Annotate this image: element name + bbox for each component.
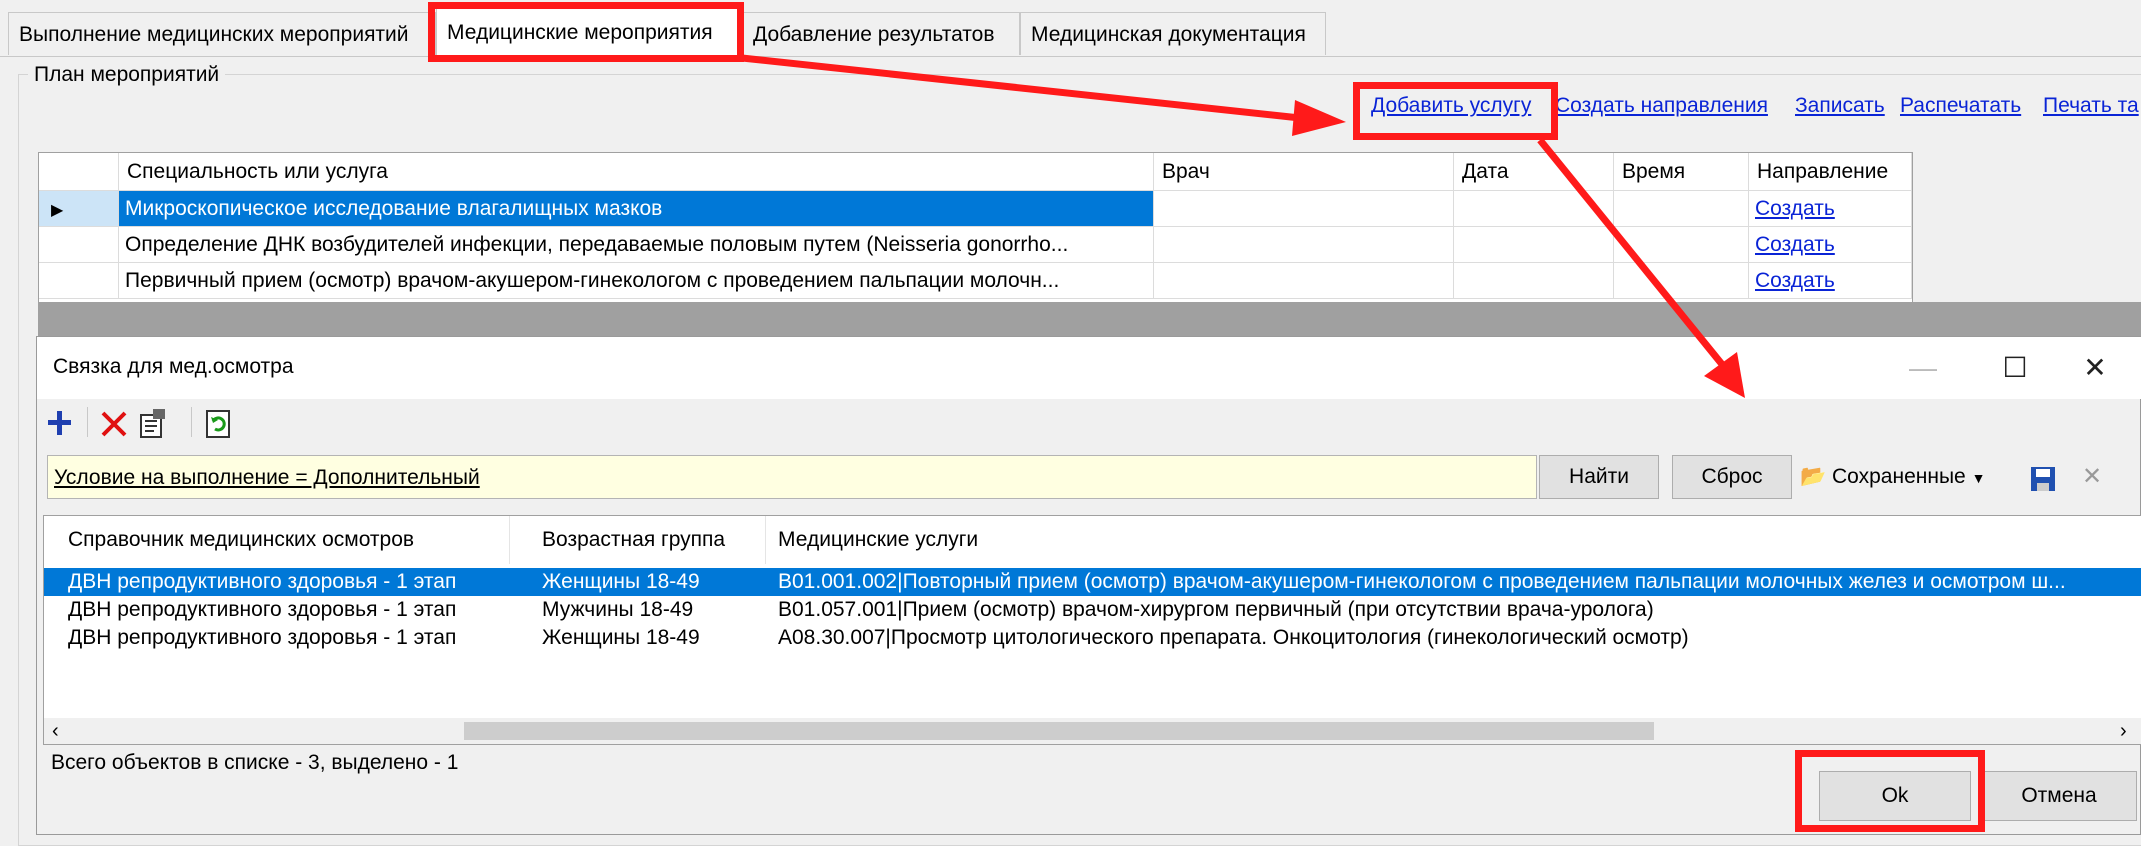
- arrow-line: [1537, 137, 1728, 371]
- arrow-head: [1704, 352, 1745, 398]
- annotation-arrows: [741, 54, 1745, 398]
- arrow-line: [741, 54, 1301, 122]
- arrow-head: [1292, 100, 1346, 136]
